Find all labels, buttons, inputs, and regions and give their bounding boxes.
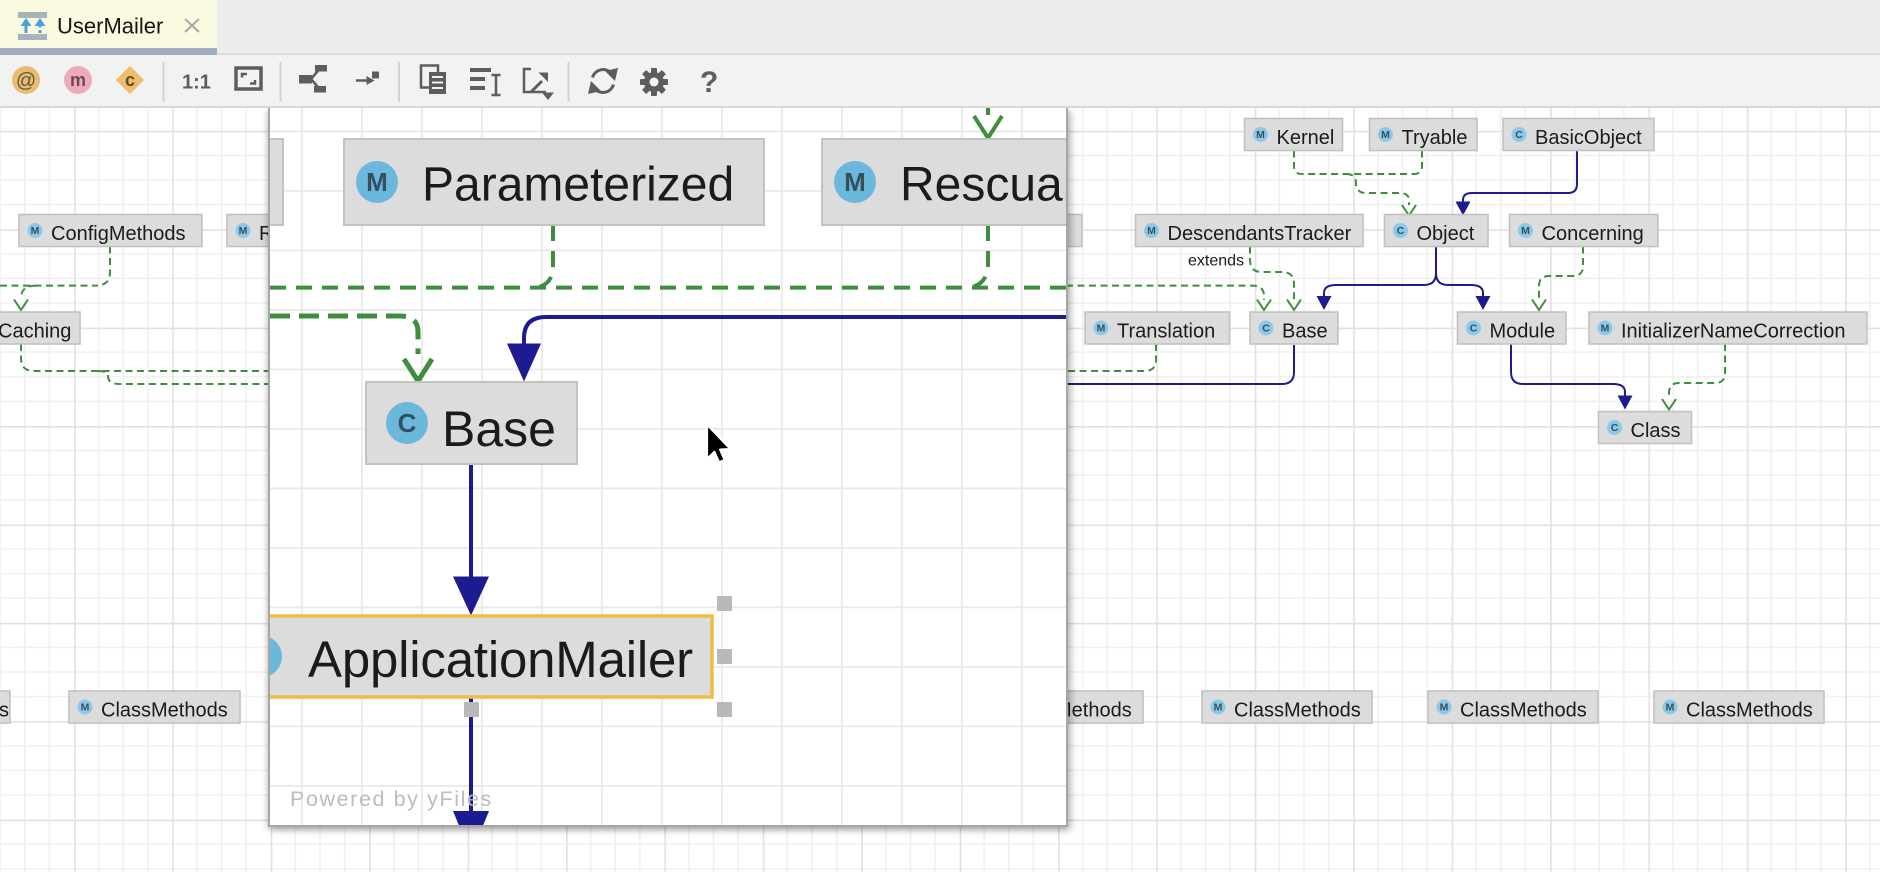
svg-text:M: M bbox=[1214, 702, 1223, 714]
svg-text:Powered by yFiles: Powered by yFiles bbox=[290, 787, 493, 811]
svg-text:Object: Object bbox=[1417, 223, 1475, 245]
svg-text:M: M bbox=[1381, 129, 1390, 141]
svg-text:DescendantsTracker: DescendantsTracker bbox=[1168, 223, 1352, 245]
svg-text:Kernel: Kernel bbox=[1277, 127, 1335, 149]
svg-text:InitializerNameCorrection: InitializerNameCorrection bbox=[1621, 321, 1846, 343]
svg-text:Module: Module bbox=[1490, 321, 1556, 343]
svg-text:?: ? bbox=[700, 66, 718, 99]
svg-text:M: M bbox=[239, 225, 248, 237]
svg-text:M: M bbox=[1147, 225, 1156, 237]
svg-text:s: s bbox=[0, 700, 9, 722]
svg-text:1:1: 1:1 bbox=[182, 72, 211, 94]
svg-text:Base: Base bbox=[442, 401, 556, 457]
svg-text:Class: Class bbox=[1631, 420, 1681, 442]
svg-text:C: C bbox=[1470, 323, 1478, 335]
svg-text:M: M bbox=[1601, 323, 1610, 335]
svg-text:M: M bbox=[1521, 225, 1530, 237]
svg-text:M: M bbox=[366, 167, 388, 197]
svg-text:Caching: Caching bbox=[0, 321, 71, 343]
svg-text:M: M bbox=[1256, 129, 1265, 141]
svg-text:BasicObject: BasicObject bbox=[1535, 127, 1642, 149]
svg-text:M: M bbox=[1666, 702, 1675, 714]
svg-text:M: M bbox=[844, 167, 866, 197]
svg-text:Base: Base bbox=[1282, 321, 1328, 343]
svg-text:Concerning: Concerning bbox=[1542, 223, 1644, 245]
svg-text:ApplicationMailer: ApplicationMailer bbox=[308, 631, 693, 688]
svg-text:M: M bbox=[31, 225, 40, 237]
svg-text:C: C bbox=[1262, 323, 1270, 335]
svg-text:m: m bbox=[70, 70, 86, 90]
svg-text:M: M bbox=[1440, 702, 1449, 714]
svg-text:C: C bbox=[1397, 225, 1405, 237]
svg-text:extends: extends bbox=[1188, 253, 1244, 270]
svg-text:C: C bbox=[1611, 422, 1619, 434]
svg-text:Parameterized: Parameterized bbox=[422, 159, 734, 212]
svg-text:UserMailer: UserMailer bbox=[57, 14, 163, 39]
svg-text:C: C bbox=[398, 408, 417, 438]
svg-text:Tryable: Tryable bbox=[1402, 127, 1468, 149]
svg-text:ClassMethods: ClassMethods bbox=[1234, 700, 1361, 722]
svg-text:C: C bbox=[1515, 129, 1523, 141]
svg-text:ClassMethods: ClassMethods bbox=[101, 700, 228, 722]
svg-text:@: @ bbox=[16, 70, 36, 92]
svg-text:ClassMethods: ClassMethods bbox=[1460, 700, 1587, 722]
svg-text:c: c bbox=[125, 70, 135, 90]
svg-text:M: M bbox=[81, 702, 90, 714]
svg-text:Rescuable: Rescuable bbox=[900, 159, 1066, 212]
svg-text:ConfigMethods: ConfigMethods bbox=[51, 223, 186, 245]
svg-text:M: M bbox=[1097, 323, 1106, 335]
svg-text:ClassMethods: ClassMethods bbox=[1686, 700, 1813, 722]
svg-text:Translation: Translation bbox=[1117, 321, 1215, 343]
